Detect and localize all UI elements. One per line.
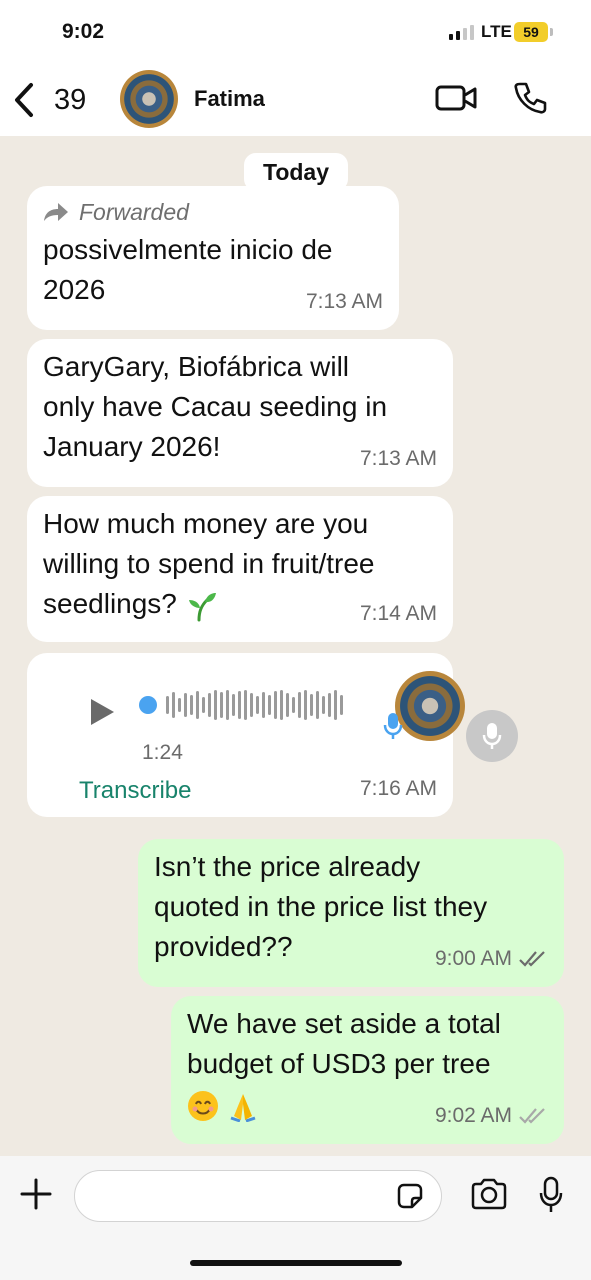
sticker-icon [397, 1183, 423, 1209]
outgoing-message-bubble[interactable]: We have set aside a total budget of USD3… [171, 996, 564, 1144]
outgoing-message-bubble[interactable]: Isn’t the price already quoted in the pr… [138, 839, 564, 987]
attach-button[interactable] [18, 1176, 54, 1217]
forwarded-label: Forwarded [43, 194, 383, 230]
forward-arrow-icon [44, 203, 68, 221]
forwarded-text: Forwarded [79, 199, 189, 225]
battery-icon: 59 [514, 22, 548, 42]
message-time: 7:16 AM [359, 777, 437, 800]
contact-avatar[interactable] [120, 70, 178, 128]
back-button[interactable]: 39 [12, 80, 102, 120]
chat-area[interactable]: Today Forwarded possivelmente inicio de … [0, 136, 591, 1156]
message-time: 7:13 AM [359, 447, 437, 470]
composer-bar [0, 1156, 591, 1280]
chevron-left-icon [15, 83, 33, 117]
battery-tip [550, 28, 553, 36]
message-time: 9:02 AM [434, 1104, 512, 1127]
video-camera-icon [435, 85, 477, 111]
status-time: 9:02 [62, 20, 105, 43]
message-time: 7:13 AM [305, 290, 383, 313]
status-bar: 9:02 LTE 59 [0, 0, 591, 60]
play-voice-button[interactable] [466, 710, 518, 762]
signal-icon [449, 24, 474, 40]
microphone-icon [482, 723, 502, 749]
message-text: only have Cacau seeding in [43, 391, 388, 422]
message-text: budget of USD3 per tree [187, 1048, 491, 1079]
contact-name[interactable]: Fatima [194, 86, 265, 112]
message-text: Isn’t the price already [154, 851, 421, 882]
double-check-icon [519, 951, 545, 967]
unread-count: 39 [54, 83, 87, 116]
message-text: quoted in the price list they [154, 891, 488, 922]
voice-note-mic-icon [383, 711, 403, 752]
playhead[interactable] [139, 696, 157, 714]
message-input[interactable] [74, 1170, 442, 1222]
message-time: 7:14 AM [359, 602, 437, 625]
message-text: possivelmente inicio de [43, 234, 333, 265]
microphone-icon [539, 1176, 563, 1212]
sticker-button[interactable] [396, 1182, 424, 1215]
message-text: willing to spend in fruit/tree [43, 548, 375, 579]
folded-hands-emoji-icon [230, 1093, 256, 1122]
home-indicator[interactable] [190, 1260, 402, 1266]
voice-call-button[interactable] [512, 80, 548, 116]
video-call-button[interactable] [434, 80, 478, 116]
message-text: GaryGary, Biofábrica will [43, 351, 350, 382]
message-text: How much money are you [43, 508, 369, 539]
camera-button[interactable] [470, 1178, 508, 1215]
audio-waveform[interactable] [139, 687, 343, 723]
message-time: 9:00 AM [434, 947, 512, 970]
message-bubble[interactable]: GaryGary, Biofábrica will only have Caca… [27, 339, 453, 487]
message-bubble-forwarded[interactable]: Forwarded possivelmente inicio de 2026 7… [27, 186, 399, 330]
plus-icon [20, 1178, 52, 1210]
message-meta: 9:02 AM [435, 1096, 548, 1136]
message-bubble[interactable]: How much money are you willing to spend … [27, 496, 453, 642]
message-text: seedlings? [43, 588, 177, 619]
record-voice-button[interactable] [538, 1176, 564, 1219]
play-button[interactable] [89, 697, 115, 737]
double-check-icon [519, 1108, 545, 1124]
play-icon [91, 699, 114, 725]
network-type: LTE [481, 22, 512, 41]
smiling-face-emoji-icon [188, 1090, 218, 1121]
chat-header: 39 Fatima [0, 60, 591, 136]
sender-avatar [395, 671, 465, 741]
transcribe-link[interactable]: Transcribe [79, 771, 191, 811]
message-text: We have set aside a total [187, 1008, 501, 1039]
voice-duration: 1:24 [142, 741, 183, 764]
camera-icon [471, 1178, 507, 1210]
phone-icon [514, 82, 547, 114]
voice-message-bubble[interactable]: 1:24 Transcribe 7:16 AM [27, 653, 465, 817]
seedling-emoji-icon [188, 592, 216, 622]
message-meta: 9:00 AM [435, 939, 548, 979]
